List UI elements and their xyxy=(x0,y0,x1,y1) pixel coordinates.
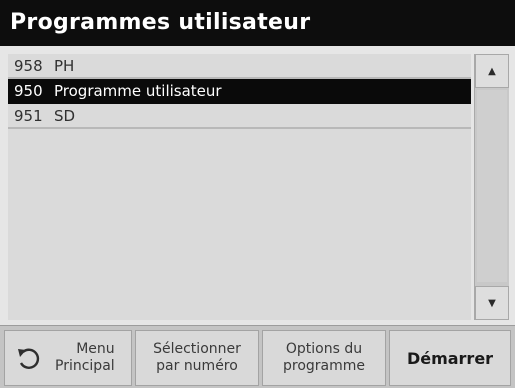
main-menu-label-line2: Principal xyxy=(55,358,115,374)
select-by-number-button[interactable]: Sélectionner par numéro xyxy=(135,330,259,386)
program-number: 958 xyxy=(14,57,43,75)
start-label: Démarrer xyxy=(406,348,494,368)
main-menu-button[interactable]: Menu Principal xyxy=(4,330,132,386)
scroll-up-button[interactable]: ▲ xyxy=(475,54,509,88)
arrow-up-icon: ▲ xyxy=(488,66,496,77)
select-label-line2: par numéro xyxy=(156,358,238,374)
arrow-down-icon: ▼ xyxy=(488,298,496,309)
program-options-button[interactable]: Options du programme xyxy=(262,330,386,386)
program-number: 950 xyxy=(14,82,43,100)
options-label-line2: programme xyxy=(282,358,365,374)
start-button[interactable]: Démarrer xyxy=(389,330,511,386)
program-name: PH xyxy=(54,57,75,75)
program-name: Programme utilisateur xyxy=(54,82,222,100)
program-list: 958 PH 950 Programme utilisateur 951 SD xyxy=(8,54,471,320)
list-item[interactable]: 951 SD xyxy=(8,104,471,129)
scroll-down-button[interactable]: ▼ xyxy=(475,286,509,320)
scroll-track[interactable] xyxy=(477,90,507,282)
list-item[interactable]: 958 PH xyxy=(8,54,471,79)
program-number: 951 xyxy=(14,107,43,125)
main-menu-label-line1: Menu xyxy=(76,341,115,357)
program-name: SD xyxy=(54,107,76,125)
select-label-line1: Sélectionner xyxy=(153,341,241,357)
back-arrow-icon xyxy=(18,348,40,369)
list-item-selected[interactable]: 950 Programme utilisateur xyxy=(8,79,471,104)
bottom-toolbar: Menu Principal Sélectionner par numéro O… xyxy=(0,325,515,388)
scrollbar[interactable]: ▲ ▼ xyxy=(474,54,509,320)
window-title: Programmes utilisateur xyxy=(0,0,515,46)
options-label-line1: Options du xyxy=(285,341,363,357)
